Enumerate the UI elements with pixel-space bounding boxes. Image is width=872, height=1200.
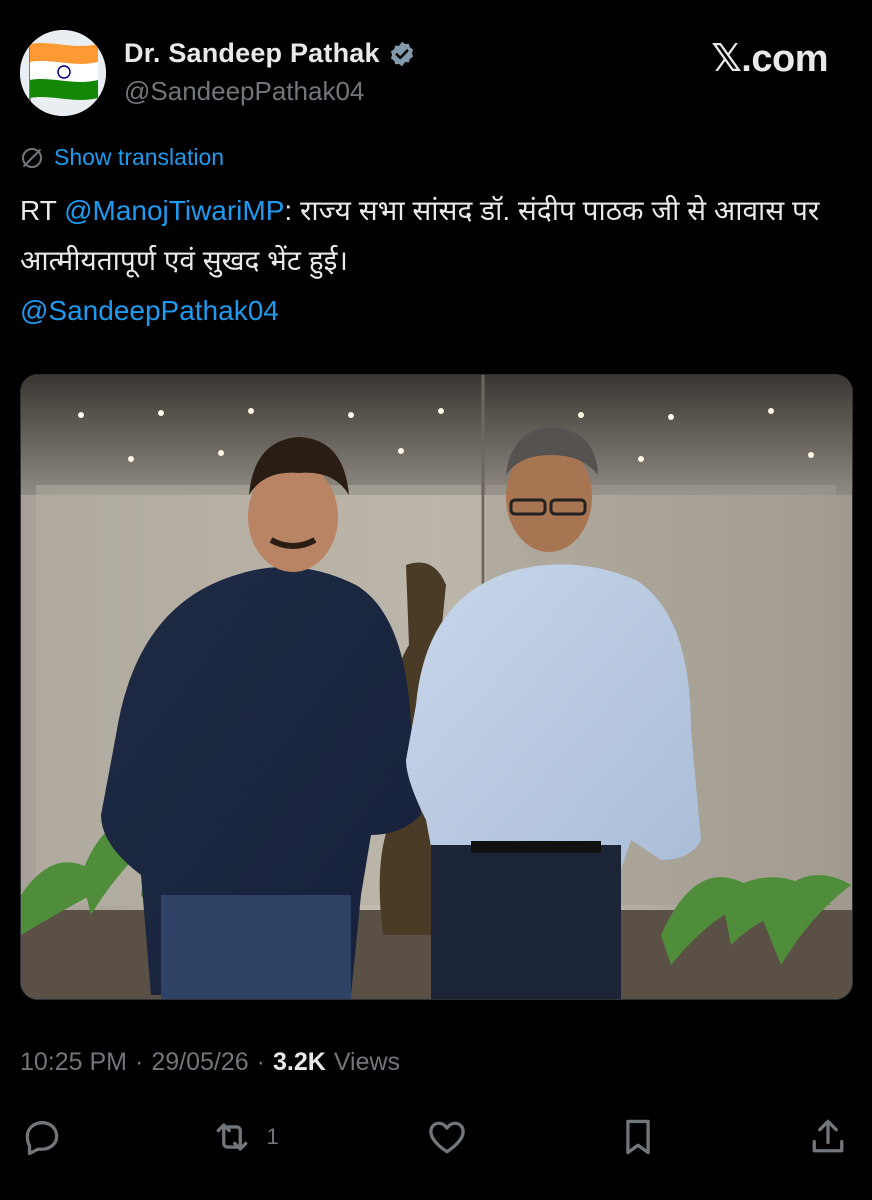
- rt-prefix: RT: [20, 195, 65, 226]
- views-count: 3.2K: [273, 1048, 326, 1076]
- translate-icon: [22, 147, 42, 168]
- tweet-meta: 10:25 PM · 29/05/26 · 3.2K Views: [20, 1048, 400, 1077]
- action-bar: 1: [20, 1112, 850, 1162]
- avatar[interactable]: [20, 30, 106, 116]
- verified-badge-icon: [388, 40, 416, 68]
- show-translation-label[interactable]: Show translation: [54, 144, 224, 171]
- retweet-icon: [217, 1123, 248, 1151]
- heart-icon: [429, 1121, 465, 1154]
- mention-manojtiwarimp[interactable]: @ManojTiwariMP: [64, 195, 284, 226]
- reply-button[interactable]: [20, 1115, 64, 1159]
- views-label: Views: [333, 1048, 401, 1076]
- author-name-row[interactable]: Dr. Sandeep Pathak: [124, 38, 416, 69]
- like-button[interactable]: [425, 1115, 469, 1159]
- bookmark-button[interactable]: [616, 1115, 660, 1159]
- meta-separator-2: ·: [256, 1048, 265, 1076]
- tweet-date[interactable]: 29/05/26: [151, 1048, 248, 1077]
- share-button[interactable]: [806, 1115, 850, 1159]
- tweet-time[interactable]: 10:25 PM: [20, 1048, 127, 1077]
- tweet-text: RT @ManojTiwariMP: राज्य सभा सांसद डॉ. स…: [20, 186, 850, 336]
- bookmark-icon: [625, 1119, 650, 1155]
- x-com-logo: 𝕏.com: [711, 38, 828, 80]
- share-icon: [812, 1119, 844, 1153]
- reply-icon: [25, 1121, 59, 1156]
- india-flag-icon: [20, 30, 106, 116]
- mention-sandeeppathak04[interactable]: @SandeepPathak04: [20, 295, 279, 326]
- show-translation-link[interactable]: Show translation: [20, 144, 224, 171]
- author-handle[interactable]: @SandeepPathak04: [124, 76, 364, 107]
- meta-separator: ·: [135, 1048, 144, 1076]
- retweet-count: 1: [266, 1124, 279, 1149]
- display-name[interactable]: Dr. Sandeep Pathak: [124, 38, 380, 69]
- retweet-button[interactable]: 1: [210, 1115, 279, 1159]
- tweet-photo[interactable]: [20, 374, 853, 1000]
